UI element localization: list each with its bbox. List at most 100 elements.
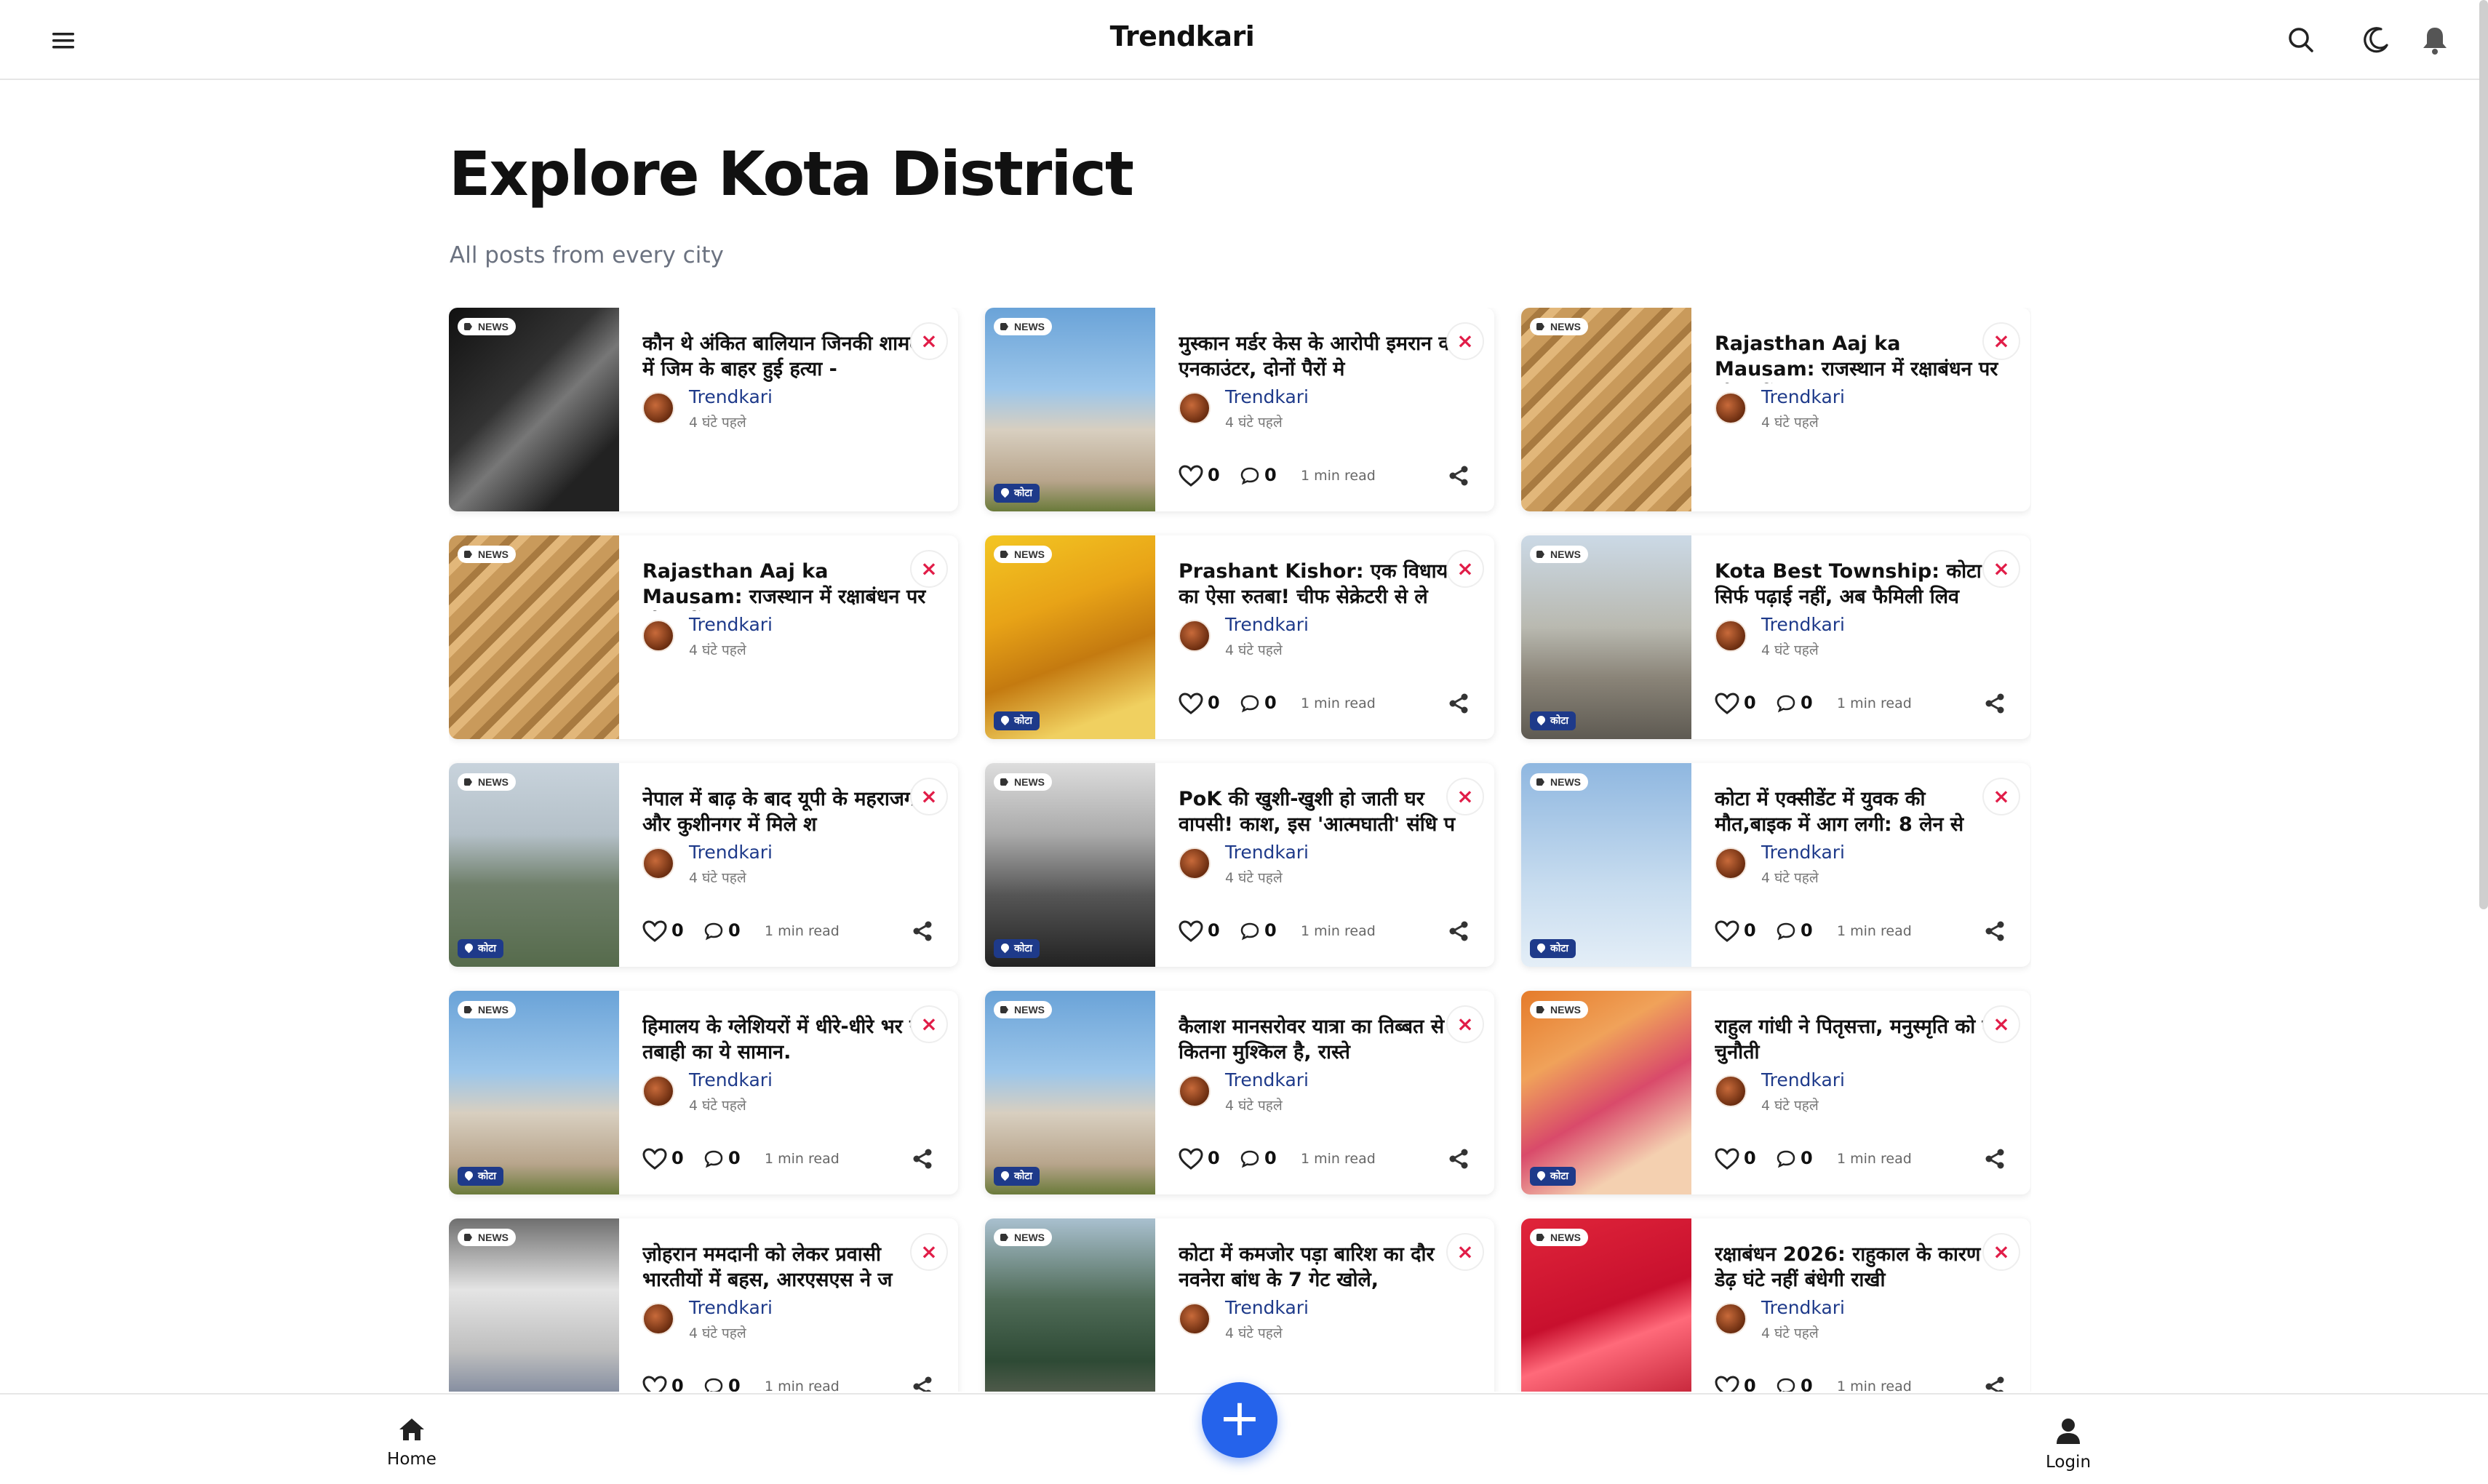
share-icon[interactable] <box>1448 1148 1470 1170</box>
comment-icon[interactable] <box>1240 466 1260 485</box>
dismiss-close-icon[interactable]: × <box>910 1005 948 1043</box>
author-name[interactable]: Trendkari <box>1761 614 1845 635</box>
author-name[interactable]: Trendkari <box>689 1069 773 1090</box>
nav-home-button[interactable]: Home <box>361 1416 463 1469</box>
share-icon[interactable] <box>912 1376 933 1392</box>
post-card[interactable]: NEWS कोटा मुस्कान मर्डर केस के आरोपी इमर… <box>985 308 1494 511</box>
like-heart-icon[interactable] <box>1179 920 1203 942</box>
post-card[interactable]: NEWS कोटा PoK की खुशी-खुशी हो जाती घर वा… <box>985 763 1494 967</box>
post-thumbnail[interactable]: NEWS <box>449 1218 619 1392</box>
comment-icon[interactable] <box>1776 922 1796 941</box>
dismiss-close-icon[interactable]: × <box>1446 1233 1484 1271</box>
post-title[interactable]: Prashant Kishor: एक विधायक का ऐसा रुतबा!… <box>1179 559 1470 610</box>
post-title[interactable]: कोटा में कमजोर पड़ा बारिश का दौर नवनेरा … <box>1179 1242 1470 1293</box>
post-title[interactable]: Kota Best Township: कोटा में सिर्फ पढ़ाई… <box>1715 559 2006 610</box>
post-thumbnail[interactable]: NEWS कोटा <box>985 763 1155 967</box>
like-heart-icon[interactable] <box>1179 465 1203 487</box>
post-title[interactable]: हिमालय के ग्लेशियरों में धीरे-धीरे भर रह… <box>642 1014 933 1065</box>
post-title[interactable]: कौन थे अंकित बालियान जिनकी शामली में जिम… <box>642 331 933 382</box>
like-heart-icon[interactable] <box>1179 693 1203 714</box>
post-card[interactable]: NEWS कोटा कोटा में एक्सीडेंट में युवक की… <box>1521 763 2030 967</box>
comment-icon[interactable] <box>1240 694 1260 713</box>
share-icon[interactable] <box>1984 920 2006 942</box>
post-card[interactable]: NEWS कोटा नेपाल में बाढ़ के बाद यूपी के … <box>449 763 958 967</box>
post-thumbnail[interactable]: NEWS <box>985 1218 1155 1392</box>
dismiss-close-icon[interactable]: × <box>1446 778 1484 815</box>
post-card[interactable]: NEWS Rajasthan Aaj ka Mausam: राजस्थान म… <box>1521 308 2030 511</box>
post-card[interactable]: NEWS कोटा Kota Best Township: कोटा में स… <box>1521 535 2030 739</box>
author-name[interactable]: Trendkari <box>1761 1069 1845 1090</box>
dismiss-close-icon[interactable]: × <box>1982 778 2020 815</box>
dismiss-close-icon[interactable]: × <box>910 322 948 360</box>
post-card[interactable]: NEWS कोटा हिमालय के ग्लेशियरों में धीरे-… <box>449 991 958 1194</box>
dark-mode-moon-icon[interactable] <box>2359 23 2393 57</box>
author-name[interactable]: Trendkari <box>1225 842 1309 863</box>
post-title[interactable]: Rajasthan Aaj ka Mausam: राजस्थान में रक… <box>642 559 933 611</box>
share-icon[interactable] <box>912 920 933 942</box>
author-name[interactable]: Trendkari <box>1225 386 1309 407</box>
post-title[interactable]: ज़ोहरान ममदानी को लेकर प्रवासी भारतीयों … <box>642 1242 933 1293</box>
post-card[interactable]: NEWS कोटा में कमजोर पड़ा बारिश का दौर नव… <box>985 1218 1494 1392</box>
post-title[interactable]: Rajasthan Aaj ka Mausam: राजस्थान में रक… <box>1715 331 2006 383</box>
post-thumbnail[interactable]: NEWS <box>1521 308 1691 511</box>
post-title[interactable]: मुस्कान मर्डर केस के आरोपी इमरान का एनका… <box>1179 331 1470 382</box>
dismiss-close-icon[interactable]: × <box>1982 1005 2020 1043</box>
post-title[interactable]: राहुल गांधी ने पितृसत्ता, मनुस्मृति को द… <box>1715 1014 2006 1065</box>
post-card[interactable]: NEWS रक्षाबंधन 2026: राहुकाल के कारण डेढ… <box>1521 1218 2030 1392</box>
post-thumbnail[interactable]: NEWS कोटा <box>1521 535 1691 739</box>
comment-icon[interactable] <box>703 1377 724 1392</box>
comment-icon[interactable] <box>1776 694 1796 713</box>
dismiss-close-icon[interactable]: × <box>1982 1233 2020 1271</box>
author-name[interactable]: Trendkari <box>1225 614 1309 635</box>
search-icon[interactable] <box>2284 23 2318 57</box>
dismiss-close-icon[interactable]: × <box>910 778 948 815</box>
share-icon[interactable] <box>1448 465 1470 487</box>
notification-bell-icon[interactable] <box>2418 23 2452 57</box>
post-card[interactable]: NEWS कौन थे अंकित बालियान जिनकी शामली मे… <box>449 308 958 511</box>
comment-icon[interactable] <box>1776 1149 1796 1168</box>
share-icon[interactable] <box>912 1148 933 1170</box>
post-card[interactable]: NEWS कोटा Prashant Kishor: एक विधायक का … <box>985 535 1494 739</box>
post-thumbnail[interactable]: NEWS <box>1521 1218 1691 1392</box>
post-thumbnail[interactable]: NEWS <box>449 535 619 739</box>
brand-logo[interactable]: Trendkari <box>0 20 2364 52</box>
share-icon[interactable] <box>1984 1148 2006 1170</box>
author-name[interactable]: Trendkari <box>689 386 773 407</box>
post-thumbnail[interactable]: NEWS <box>449 308 619 511</box>
comment-icon[interactable] <box>1240 1149 1260 1168</box>
post-card[interactable]: NEWS Rajasthan Aaj ka Mausam: राजस्थान म… <box>449 535 958 739</box>
author-name[interactable]: Trendkari <box>1225 1069 1309 1090</box>
author-name[interactable]: Trendkari <box>689 614 773 635</box>
post-card[interactable]: NEWS कोटा कैलाश मानसरोवर यात्रा का तिब्ब… <box>985 991 1494 1194</box>
share-icon[interactable] <box>1984 693 2006 714</box>
like-heart-icon[interactable] <box>642 1376 667 1392</box>
share-icon[interactable] <box>1448 693 1470 714</box>
post-title[interactable]: नेपाल में बाढ़ के बाद यूपी के महराजगंज औ… <box>642 786 933 837</box>
add-post-button[interactable]: + <box>1202 1382 1277 1458</box>
author-name[interactable]: Trendkari <box>1225 1297 1309 1318</box>
post-title[interactable]: कैलाश मानसरोवर यात्रा का तिब्बत से कितना… <box>1179 1014 1470 1065</box>
comment-icon[interactable] <box>1240 922 1260 941</box>
comment-icon[interactable] <box>703 1149 724 1168</box>
dismiss-close-icon[interactable]: × <box>910 550 948 588</box>
like-heart-icon[interactable] <box>642 920 667 942</box>
post-thumbnail[interactable]: NEWS कोटा <box>985 991 1155 1194</box>
post-thumbnail[interactable]: NEWS कोटा <box>1521 763 1691 967</box>
author-name[interactable]: Trendkari <box>1761 842 1845 863</box>
dismiss-close-icon[interactable]: × <box>1982 322 2020 360</box>
author-name[interactable]: Trendkari <box>1761 1297 1845 1318</box>
comment-icon[interactable] <box>1776 1377 1796 1392</box>
post-thumbnail[interactable]: NEWS कोटा <box>449 991 619 1194</box>
author-name[interactable]: Trendkari <box>1761 386 1845 407</box>
share-icon[interactable] <box>1984 1376 2006 1392</box>
nav-login-button[interactable]: Login <box>2017 1416 2119 1472</box>
post-title[interactable]: कोटा में एक्सीडेंट में युवक की मौत,बाइक … <box>1715 786 2006 837</box>
author-name[interactable]: Trendkari <box>689 842 773 863</box>
post-title[interactable]: रक्षाबंधन 2026: राहुकाल के कारण डेढ़ घंट… <box>1715 1242 2006 1293</box>
dismiss-close-icon[interactable]: × <box>1446 322 1484 360</box>
like-heart-icon[interactable] <box>1715 1148 1739 1170</box>
like-heart-icon[interactable] <box>1179 1148 1203 1170</box>
dismiss-close-icon[interactable]: × <box>910 1233 948 1271</box>
dismiss-close-icon[interactable]: × <box>1446 550 1484 588</box>
author-name[interactable]: Trendkari <box>689 1297 773 1318</box>
